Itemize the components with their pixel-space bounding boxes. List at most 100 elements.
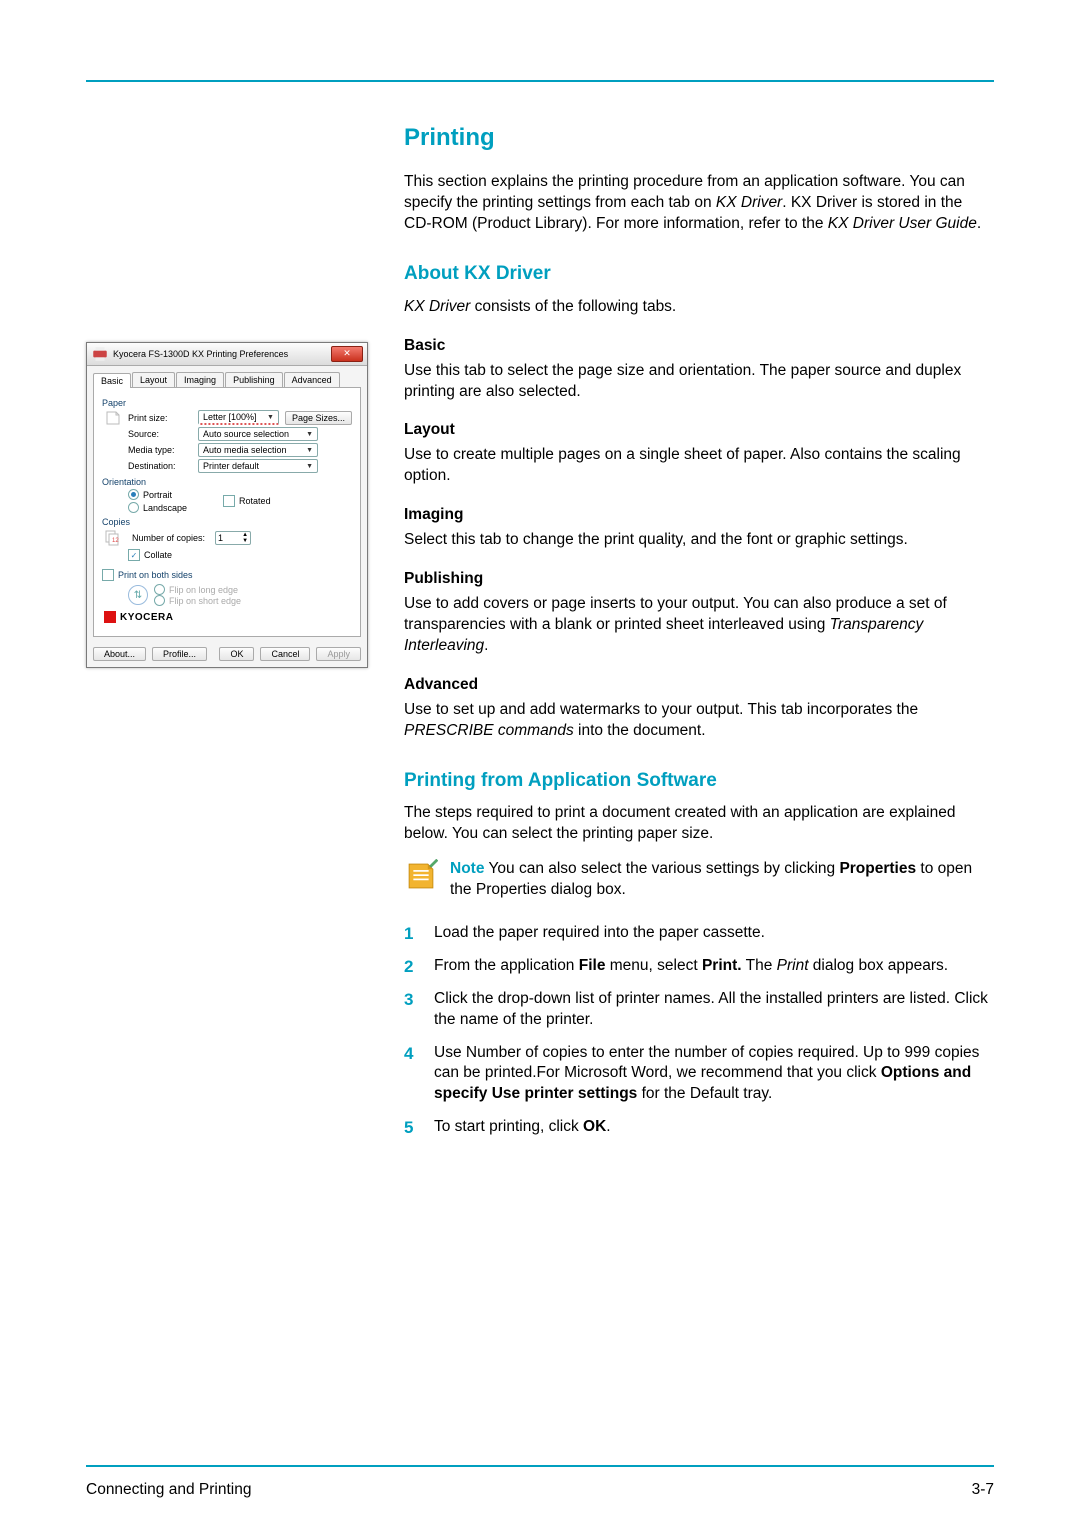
print-size-value: Letter [100%]: [203, 412, 257, 422]
step-4: Use Number of copies to enter the number…: [404, 1043, 994, 1106]
print-size-select[interactable]: Letter [100%] ▼: [198, 410, 279, 425]
step-5: To start printing, click OK.: [404, 1117, 994, 1138]
tab-imaging[interactable]: Imaging: [176, 372, 224, 387]
note-box: Note You can also select the various set…: [404, 859, 994, 901]
basic-desc: Use this tab to select the page size and…: [404, 361, 994, 403]
page-footer: Connecting and Printing 3-7: [86, 1481, 994, 1499]
flip-short-label: Flip on short edge: [169, 596, 241, 606]
media-type-value: Auto media selection: [203, 445, 287, 455]
adv-pre: Use to set up and add watermarks to your…: [404, 701, 918, 718]
collate-label: Collate: [144, 550, 172, 560]
chevron-down-icon: ▼: [306, 463, 313, 470]
bottom-rule: [86, 1465, 994, 1467]
destination-select[interactable]: Printer default ▼: [198, 459, 318, 473]
tab-layout[interactable]: Layout: [132, 372, 175, 387]
collate-checkbox[interactable]: ✓: [128, 549, 140, 561]
advanced-heading: Advanced: [404, 675, 994, 696]
step-1: Load the paper required into the paper c…: [404, 923, 994, 944]
flip-long-radio[interactable]: [154, 584, 165, 595]
flip-long-label: Flip on long edge: [169, 585, 238, 595]
page-sizes-button[interactable]: Page Sizes...: [285, 411, 352, 425]
s4-post: for the Default tray.: [637, 1085, 772, 1102]
step-2: From the application File menu, select P…: [404, 956, 994, 977]
intro-kx-driver: KX Driver: [716, 194, 782, 211]
group-copies: Copies: [102, 517, 352, 527]
paper-icon: [104, 409, 122, 427]
print-app-title: Printing from Application Software: [404, 768, 994, 794]
destination-value: Printer default: [203, 461, 259, 471]
media-type-select[interactable]: Auto media selection▼: [198, 443, 318, 457]
step1-text: Load the paper required into the paper c…: [434, 924, 765, 941]
publishing-heading: Publishing: [404, 569, 994, 590]
publishing-desc: Use to add covers or page inserts to you…: [404, 594, 994, 657]
imaging-desc: Select this tab to change the print qual…: [404, 530, 994, 551]
chevron-down-icon: ▼: [267, 414, 274, 421]
s2-mid2: The: [742, 957, 777, 974]
duplex-checkbox[interactable]: [102, 569, 114, 581]
imaging-heading: Imaging: [404, 505, 994, 526]
steps-list: Load the paper required into the paper c…: [404, 923, 994, 1138]
layout-heading: Layout: [404, 420, 994, 441]
s2-mid1: menu, select: [605, 957, 702, 974]
basic-heading: Basic: [404, 336, 994, 357]
step3-text: Click the drop-down list of printer name…: [434, 990, 988, 1028]
rotated-checkbox[interactable]: [223, 495, 235, 507]
about-lead-post: consists of the following tabs.: [470, 298, 676, 315]
s2-post: dialog box appears.: [809, 957, 949, 974]
about-button[interactable]: About...: [93, 647, 146, 661]
tab-advanced[interactable]: Advanced: [284, 372, 340, 387]
page-title: Printing: [404, 122, 994, 154]
adv-it: PRESCRIBE commands: [404, 722, 574, 739]
s5-b: OK: [583, 1118, 606, 1135]
group-paper: Paper: [102, 398, 352, 408]
layout-desc: Use to create multiple pages on a single…: [404, 445, 994, 487]
dialog-title: Kyocera FS-1300D KX Printing Preferences: [113, 349, 288, 359]
s2-it: Print: [777, 957, 809, 974]
intro-text-3: .: [977, 215, 981, 232]
about-lead: KX Driver consists of the following tabs…: [404, 297, 994, 318]
tab-basic[interactable]: Basic: [93, 373, 131, 388]
duplex-icon: ⇅: [128, 585, 148, 605]
note-bold: Properties: [839, 860, 916, 877]
landscape-radio[interactable]: [128, 502, 139, 513]
printer-icon: [91, 345, 109, 363]
chevron-down-icon: ▼: [306, 431, 313, 438]
flip-short-radio[interactable]: [154, 595, 165, 606]
note-label: Note: [450, 860, 484, 877]
duplex-label: Print on both sides: [118, 570, 193, 580]
about-kx-title: About KX Driver: [404, 261, 994, 287]
source-label: Source:: [102, 429, 198, 439]
cancel-button[interactable]: Cancel: [260, 647, 310, 661]
dialog-titlebar: Kyocera FS-1300D KX Printing Preferences…: [87, 343, 367, 366]
adv-post: into the document.: [574, 722, 706, 739]
num-copies-label: Number of copies:: [132, 533, 205, 543]
kx-driver-dialog-figure: Kyocera FS-1300D KX Printing Preferences…: [86, 342, 368, 668]
ok-button[interactable]: OK: [219, 647, 254, 661]
profile-button[interactable]: Profile...: [152, 647, 207, 661]
group-orientation: Orientation: [102, 477, 352, 487]
portrait-radio[interactable]: [128, 489, 139, 500]
tab-publishing[interactable]: Publishing: [225, 372, 283, 387]
about-lead-it: KX Driver: [404, 298, 470, 315]
kyocera-mark-icon: [104, 611, 116, 623]
note-icon: [404, 859, 438, 893]
intro-paragraph: This section explains the printing proce…: [404, 172, 994, 235]
kyocera-logo-text: KYOCERA: [120, 612, 174, 623]
close-button[interactable]: ✕: [331, 346, 363, 362]
num-copies-spinner[interactable]: 1 ▲▼: [215, 531, 251, 545]
dialog-tabs: Basic Layout Imaging Publishing Advanced: [87, 366, 367, 387]
portrait-label: Portrait: [143, 490, 172, 500]
s2-pre: From the application: [434, 957, 579, 974]
source-select[interactable]: Auto source selection▼: [198, 427, 318, 441]
kyocera-logo: KYOCERA: [102, 606, 352, 626]
footer-left: Connecting and Printing: [86, 1481, 251, 1499]
print-app-lead: The steps required to print a document c…: [404, 803, 994, 845]
apply-button[interactable]: Apply: [316, 647, 361, 661]
spinner-arrows-icon: ▲▼: [242, 532, 248, 544]
num-copies-value: 1: [218, 533, 223, 543]
pub-post: .: [484, 637, 488, 654]
s5-post: .: [606, 1118, 610, 1135]
s2-b1: File: [579, 957, 606, 974]
landscape-label: Landscape: [143, 503, 187, 513]
svg-text:12: 12: [112, 538, 119, 544]
